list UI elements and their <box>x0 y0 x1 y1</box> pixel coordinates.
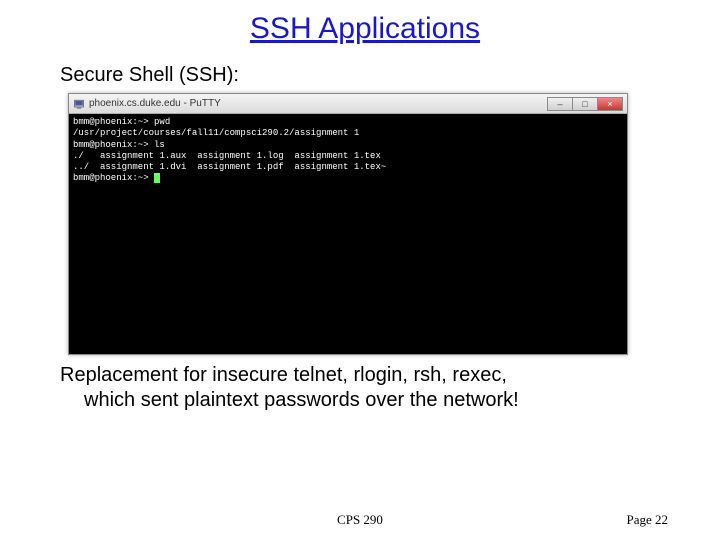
putty-icon <box>73 98 85 110</box>
close-button[interactable]: × <box>597 97 623 111</box>
minimize-button[interactable]: – <box>547 97 573 111</box>
caption-line-1: Replacement for insecure telnet, rlogin,… <box>60 363 670 388</box>
caption: Replacement for insecure telnet, rlogin,… <box>60 363 670 413</box>
footer-page: Page 22 <box>626 512 668 528</box>
maximize-button[interactable]: □ <box>572 97 598 111</box>
slide: SSH Applications Secure Shell (SSH): pho… <box>0 0 720 540</box>
cursor-icon <box>154 173 160 183</box>
window-controls: – □ × <box>548 97 623 111</box>
terminal-line: bmm@phoenix:~> <box>73 173 154 183</box>
terminal-line: bmm@phoenix:~> ls <box>73 140 165 150</box>
subtitle: Secure Shell (SSH): <box>60 64 670 87</box>
window-titlebar: phoenix.cs.duke.edu - PuTTY – □ × <box>69 94 627 114</box>
terminal-line: bmm@phoenix:~> pwd <box>73 117 170 127</box>
footer-course: CPS 290 <box>337 512 383 528</box>
caption-line-2: which sent plaintext passwords over the … <box>60 388 670 413</box>
terminal-line: ../ assignment 1.dvi assignment 1.pdf as… <box>73 162 386 172</box>
terminal-body[interactable]: bmm@phoenix:~> pwd /usr/project/courses/… <box>69 114 627 354</box>
terminal-line: /usr/project/courses/fall11/compsci290.2… <box>73 128 359 138</box>
slide-title: SSH Applications <box>60 12 670 46</box>
terminal-window: phoenix.cs.duke.edu - PuTTY – □ × bmm@ph… <box>68 93 628 355</box>
window-title-text: phoenix.cs.duke.edu - PuTTY <box>89 98 548 109</box>
terminal-line: ./ assignment 1.aux assignment 1.log ass… <box>73 151 381 161</box>
